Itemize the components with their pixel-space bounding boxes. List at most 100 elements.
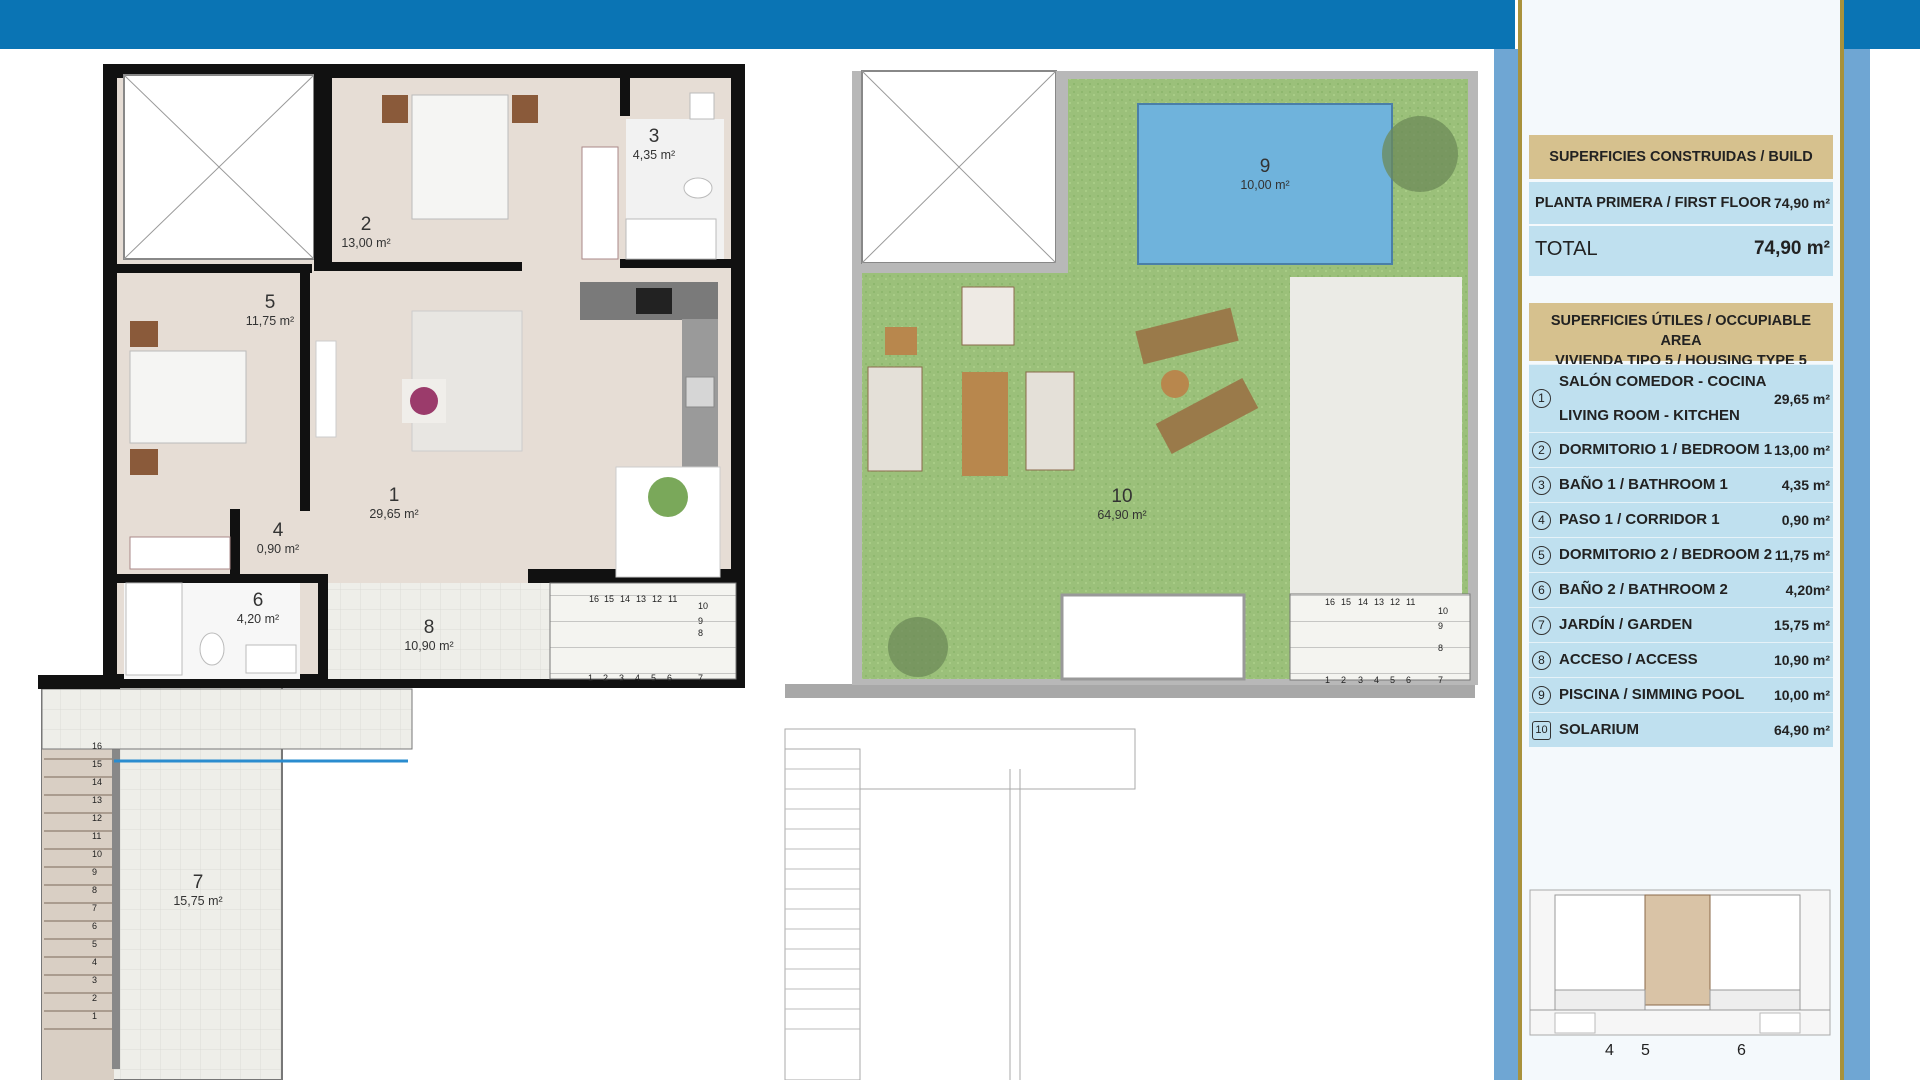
room-label: SOLARIUM [1559,721,1639,738]
sink-2 [245,644,297,674]
svg-text:9: 9 [92,867,97,877]
room-tag-number: 2 [360,214,372,235]
bed-1 [411,94,509,220]
nightstand-1b [512,95,538,123]
svg-text:5: 5 [651,673,656,683]
outdoor-sofa-left [867,366,923,472]
svg-text:5: 5 [1390,675,1395,685]
minimap-label-4: 4 [1605,1042,1614,1059]
room-value: 64,90 m² [1773,722,1830,738]
wardrobe-2 [129,536,231,570]
outdoor-sofa-right [1025,371,1075,471]
room-number: 2 [1532,441,1551,460]
room-label-line2: LIVING ROOM - KITCHEN [1559,407,1740,424]
solarium-opening [1060,593,1246,681]
room-tag-4: 4 0,90 m² [248,520,308,556]
minimap-label-5: 5 [1641,1042,1650,1059]
svg-text:6: 6 [92,921,97,931]
svg-text:5: 5 [92,939,97,949]
room-tag-number: 8 [423,617,435,638]
svg-text:8: 8 [698,628,703,638]
svg-text:7: 7 [92,903,97,913]
room-tag-6: 6 4,20 m² [228,590,288,626]
room-tag-area: 4,35 m² [632,148,676,162]
wardrobe-1 [581,146,619,260]
tv-unit [315,340,337,438]
tree-top [1382,116,1458,192]
svg-text:3: 3 [92,975,97,985]
occupiable-heading-line1: SUPERFICIES ÚTILES / OCCUPIABLE AREA [1550,313,1812,349]
room-tag-number: 10 [1111,486,1133,507]
nightstand-2a [130,321,158,347]
room-row-1: 1 SALÓN COMEDOR - COCINA LIVING ROOM - K… [1529,364,1833,432]
sun-table [1161,370,1189,398]
room-tag-area: 29,65 m² [369,507,419,521]
floor-plans: 16 15 14 13 12 11 1089 123 4567 161514 13121… [38,64,1478,1080]
room-tag-number: 4 [272,520,284,541]
bathtub-1 [625,218,717,260]
first-floor-row: PLANTA PRIMERA / FIRST FLOOR 74,90 m² [1529,182,1833,224]
room-label: PISCINA / SIMMING POOL [1559,686,1745,703]
svg-text:1: 1 [1325,675,1330,685]
svg-text:9: 9 [1438,621,1443,631]
svg-text:14: 14 [1358,597,1368,607]
room-tag-area: 10,00 m² [1240,178,1290,192]
room-tag-area: 10,90 m² [404,639,454,653]
room-value: 15,75 m² [1773,617,1830,633]
svg-text:13: 13 [636,594,646,604]
side-strip-left [1494,49,1520,1080]
svg-text:13: 13 [1374,597,1384,607]
room-number: 4 [1532,511,1551,530]
room-tag-area: 0,90 m² [256,542,300,556]
room-row-7: 7 JARDÍN / GARDEN 15,75 m² [1529,607,1833,642]
room-number: 3 [1532,476,1551,495]
room-tag-number: 1 [388,485,400,506]
room-value: 29,65 m² [1773,391,1830,407]
svg-text:6: 6 [667,673,672,683]
room-tag-area: 13,00 m² [341,236,391,250]
svg-text:4: 4 [92,957,97,967]
kitchen-sink [685,376,715,408]
room-number: 9 [1532,686,1551,705]
room-tag-3: 3 4,35 m² [624,126,684,162]
svg-text:10: 10 [1438,606,1448,616]
room-tag-number: 6 [252,590,264,611]
solarium-plan: 16 15 14 13 12 11 1098 123 4567 [784,70,1478,1080]
svg-text:3: 3 [1358,675,1363,685]
armchair [961,286,1015,346]
room-row-4: 4 PASO 1 / CORRIDOR 1 0,90 m² [1529,502,1833,537]
room-row-8: 8 ACCESO / ACCESS 10,90 m² [1529,642,1833,677]
shower-2 [125,582,183,676]
lounge-table [962,372,1008,476]
svg-text:4: 4 [635,673,640,683]
svg-text:12: 12 [92,813,102,823]
room-tag-area: 64,90 m² [1097,508,1147,522]
total-row: TOTAL 74,90 m² [1529,226,1833,276]
room-number: 10 [1532,721,1551,740]
room-tag-number: 5 [264,292,276,313]
svg-text:11: 11 [668,594,677,604]
first-floor-value: 74,90 m² [1773,195,1830,211]
minimap-label-6: 6 [1737,1042,1746,1059]
svg-text:10: 10 [92,849,102,859]
room-tag-number: 7 [192,872,204,893]
room-tag-1: 1 29,65 m² [364,485,424,521]
svg-text:1: 1 [92,1011,97,1021]
svg-text:16: 16 [1325,597,1335,607]
svg-text:4: 4 [1374,675,1379,685]
room-tag-5: 5 11,75 m² [240,292,300,328]
svg-text:14: 14 [620,594,630,604]
flower-plant [410,387,438,415]
room-label: PASO 1 / CORRIDOR 1 [1559,511,1720,528]
room-label-line1: SALÓN COMEDOR - COCINA [1559,373,1767,390]
front-walk [41,688,413,750]
cooktop [636,288,672,314]
room-label: BAÑO 1 / BATHROOM 1 [1559,476,1728,493]
room-row-5: 5 DORMITORIO 2 / BEDROOM 2 11,75 m² [1529,537,1833,572]
key-plan-minimap [1529,889,1831,1036]
room-tag-area: 4,20 m² [236,612,280,626]
room-value: 10,90 m² [1773,652,1830,668]
side-strip-right [1844,49,1870,1080]
svg-text:16: 16 [92,741,102,751]
room-row-9: 9 PISCINA / SIMMING POOL 10,00 m² [1529,677,1833,712]
